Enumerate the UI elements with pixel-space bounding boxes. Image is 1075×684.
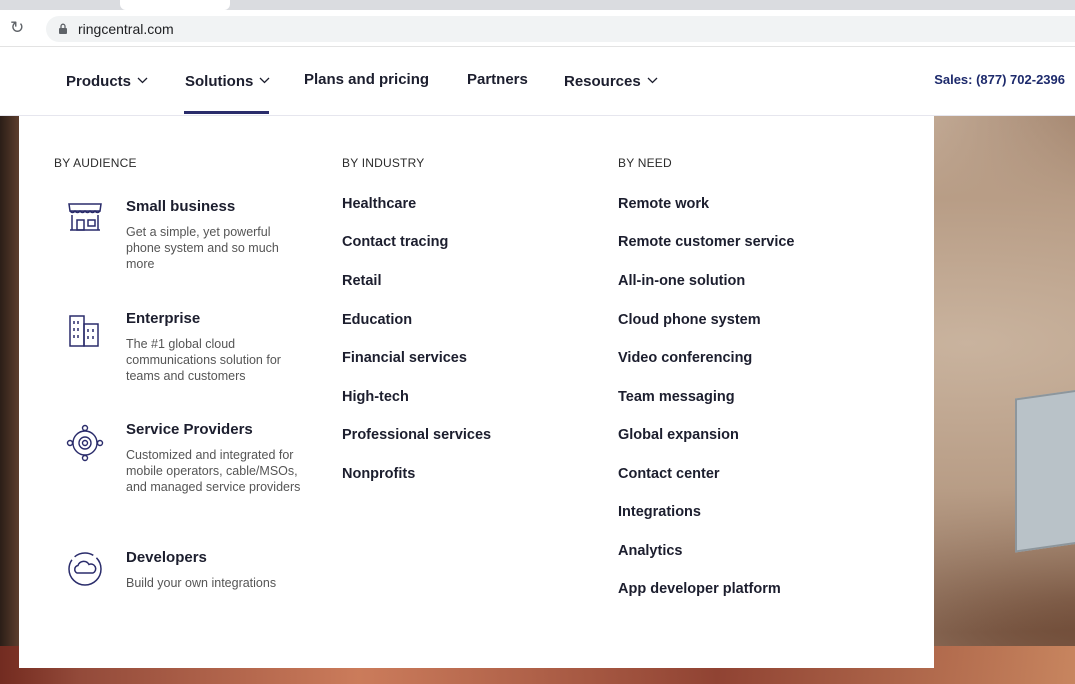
audience-item-title: Small business [126, 198, 236, 215]
nav-products-label: Products [66, 73, 132, 90]
nav-products[interactable]: Products [66, 71, 148, 90]
by-need-heading: BY NEED [618, 156, 672, 170]
need-link-team-messaging[interactable]: Team messaging [618, 389, 735, 405]
url-text: ringcentral.com [78, 21, 174, 37]
building-icon [65, 312, 105, 352]
active-tab-indicator [184, 111, 269, 114]
by-industry-heading: BY INDUSTRY [342, 156, 425, 170]
need-link-analytics[interactable]: Analytics [618, 543, 682, 559]
nav-solutions-label: Solutions [185, 73, 254, 90]
need-link-app-developer-platform[interactable]: App developer platform [618, 581, 781, 597]
sales-phone-link[interactable]: Sales: (877) 702-2396 [934, 72, 1065, 87]
need-link-cloud-phone-system[interactable]: Cloud phone system [618, 312, 761, 328]
nav-partners[interactable]: Partners [467, 71, 528, 88]
lock-icon [58, 23, 68, 34]
laptop-image [1015, 389, 1075, 553]
browser-tab[interactable] [120, 0, 230, 10]
browser-tab-strip [0, 0, 1075, 10]
industry-link-financial-services[interactable]: Financial services [342, 350, 467, 366]
need-link-video-conferencing[interactable]: Video conferencing [618, 350, 752, 366]
reload-icon[interactable]: ↻ [10, 18, 24, 38]
nav-resources-label: Resources [564, 73, 641, 90]
browser-address-bar: ↻ ringcentral.com [0, 10, 1075, 47]
nav-plans-and-pricing[interactable]: Plans and pricing [304, 71, 429, 88]
nav-solutions[interactable]: Solutions [185, 71, 270, 90]
chevron-down-icon [137, 71, 148, 88]
industry-link-nonprofits[interactable]: Nonprofits [342, 466, 415, 482]
audience-item-desc: Customized and integrated for mobile ope… [126, 448, 301, 494]
storefront-icon [65, 200, 105, 240]
audience-item-title: Service Providers [126, 421, 253, 438]
cloud-icon [65, 549, 105, 589]
chevron-down-icon [647, 71, 658, 88]
industry-link-high-tech[interactable]: High-tech [342, 389, 409, 405]
audience-item-title: Enterprise [126, 310, 201, 327]
chevron-down-icon [259, 71, 270, 88]
need-link-remote-customer-service[interactable]: Remote customer service [618, 234, 795, 250]
need-link-integrations[interactable]: Integrations [618, 504, 701, 520]
audience-item-title: Developers [126, 549, 207, 566]
need-link-contact-center[interactable]: Contact center [618, 466, 720, 482]
by-audience-heading: BY AUDIENCE [54, 156, 137, 170]
solutions-mega-menu: BY AUDIENCE Small business Get a simple,… [19, 116, 934, 668]
industry-link-professional-services[interactable]: Professional services [342, 427, 491, 443]
need-link-remote-work[interactable]: Remote work [618, 196, 709, 212]
industry-link-education[interactable]: Education [342, 312, 412, 328]
nav-resources[interactable]: Resources [564, 71, 658, 90]
audience-item-desc: The #1 global cloud communications solut… [126, 337, 281, 383]
audience-item-desc: Get a simple, yet powerful phone system … [126, 225, 279, 271]
network-icon [65, 423, 105, 463]
url-field[interactable]: ringcentral.com [46, 16, 1075, 42]
industry-link-healthcare[interactable]: Healthcare [342, 196, 416, 212]
need-link-all-in-one-solution[interactable]: All-in-one solution [618, 273, 745, 289]
need-link-global-expansion[interactable]: Global expansion [618, 427, 739, 443]
site-nav: Products Solutions Plans and pricing Par… [0, 47, 1075, 116]
industry-link-contact-tracing[interactable]: Contact tracing [342, 234, 448, 250]
audience-item-desc: Build your own integrations [126, 576, 277, 590]
industry-link-retail[interactable]: Retail [342, 273, 382, 289]
